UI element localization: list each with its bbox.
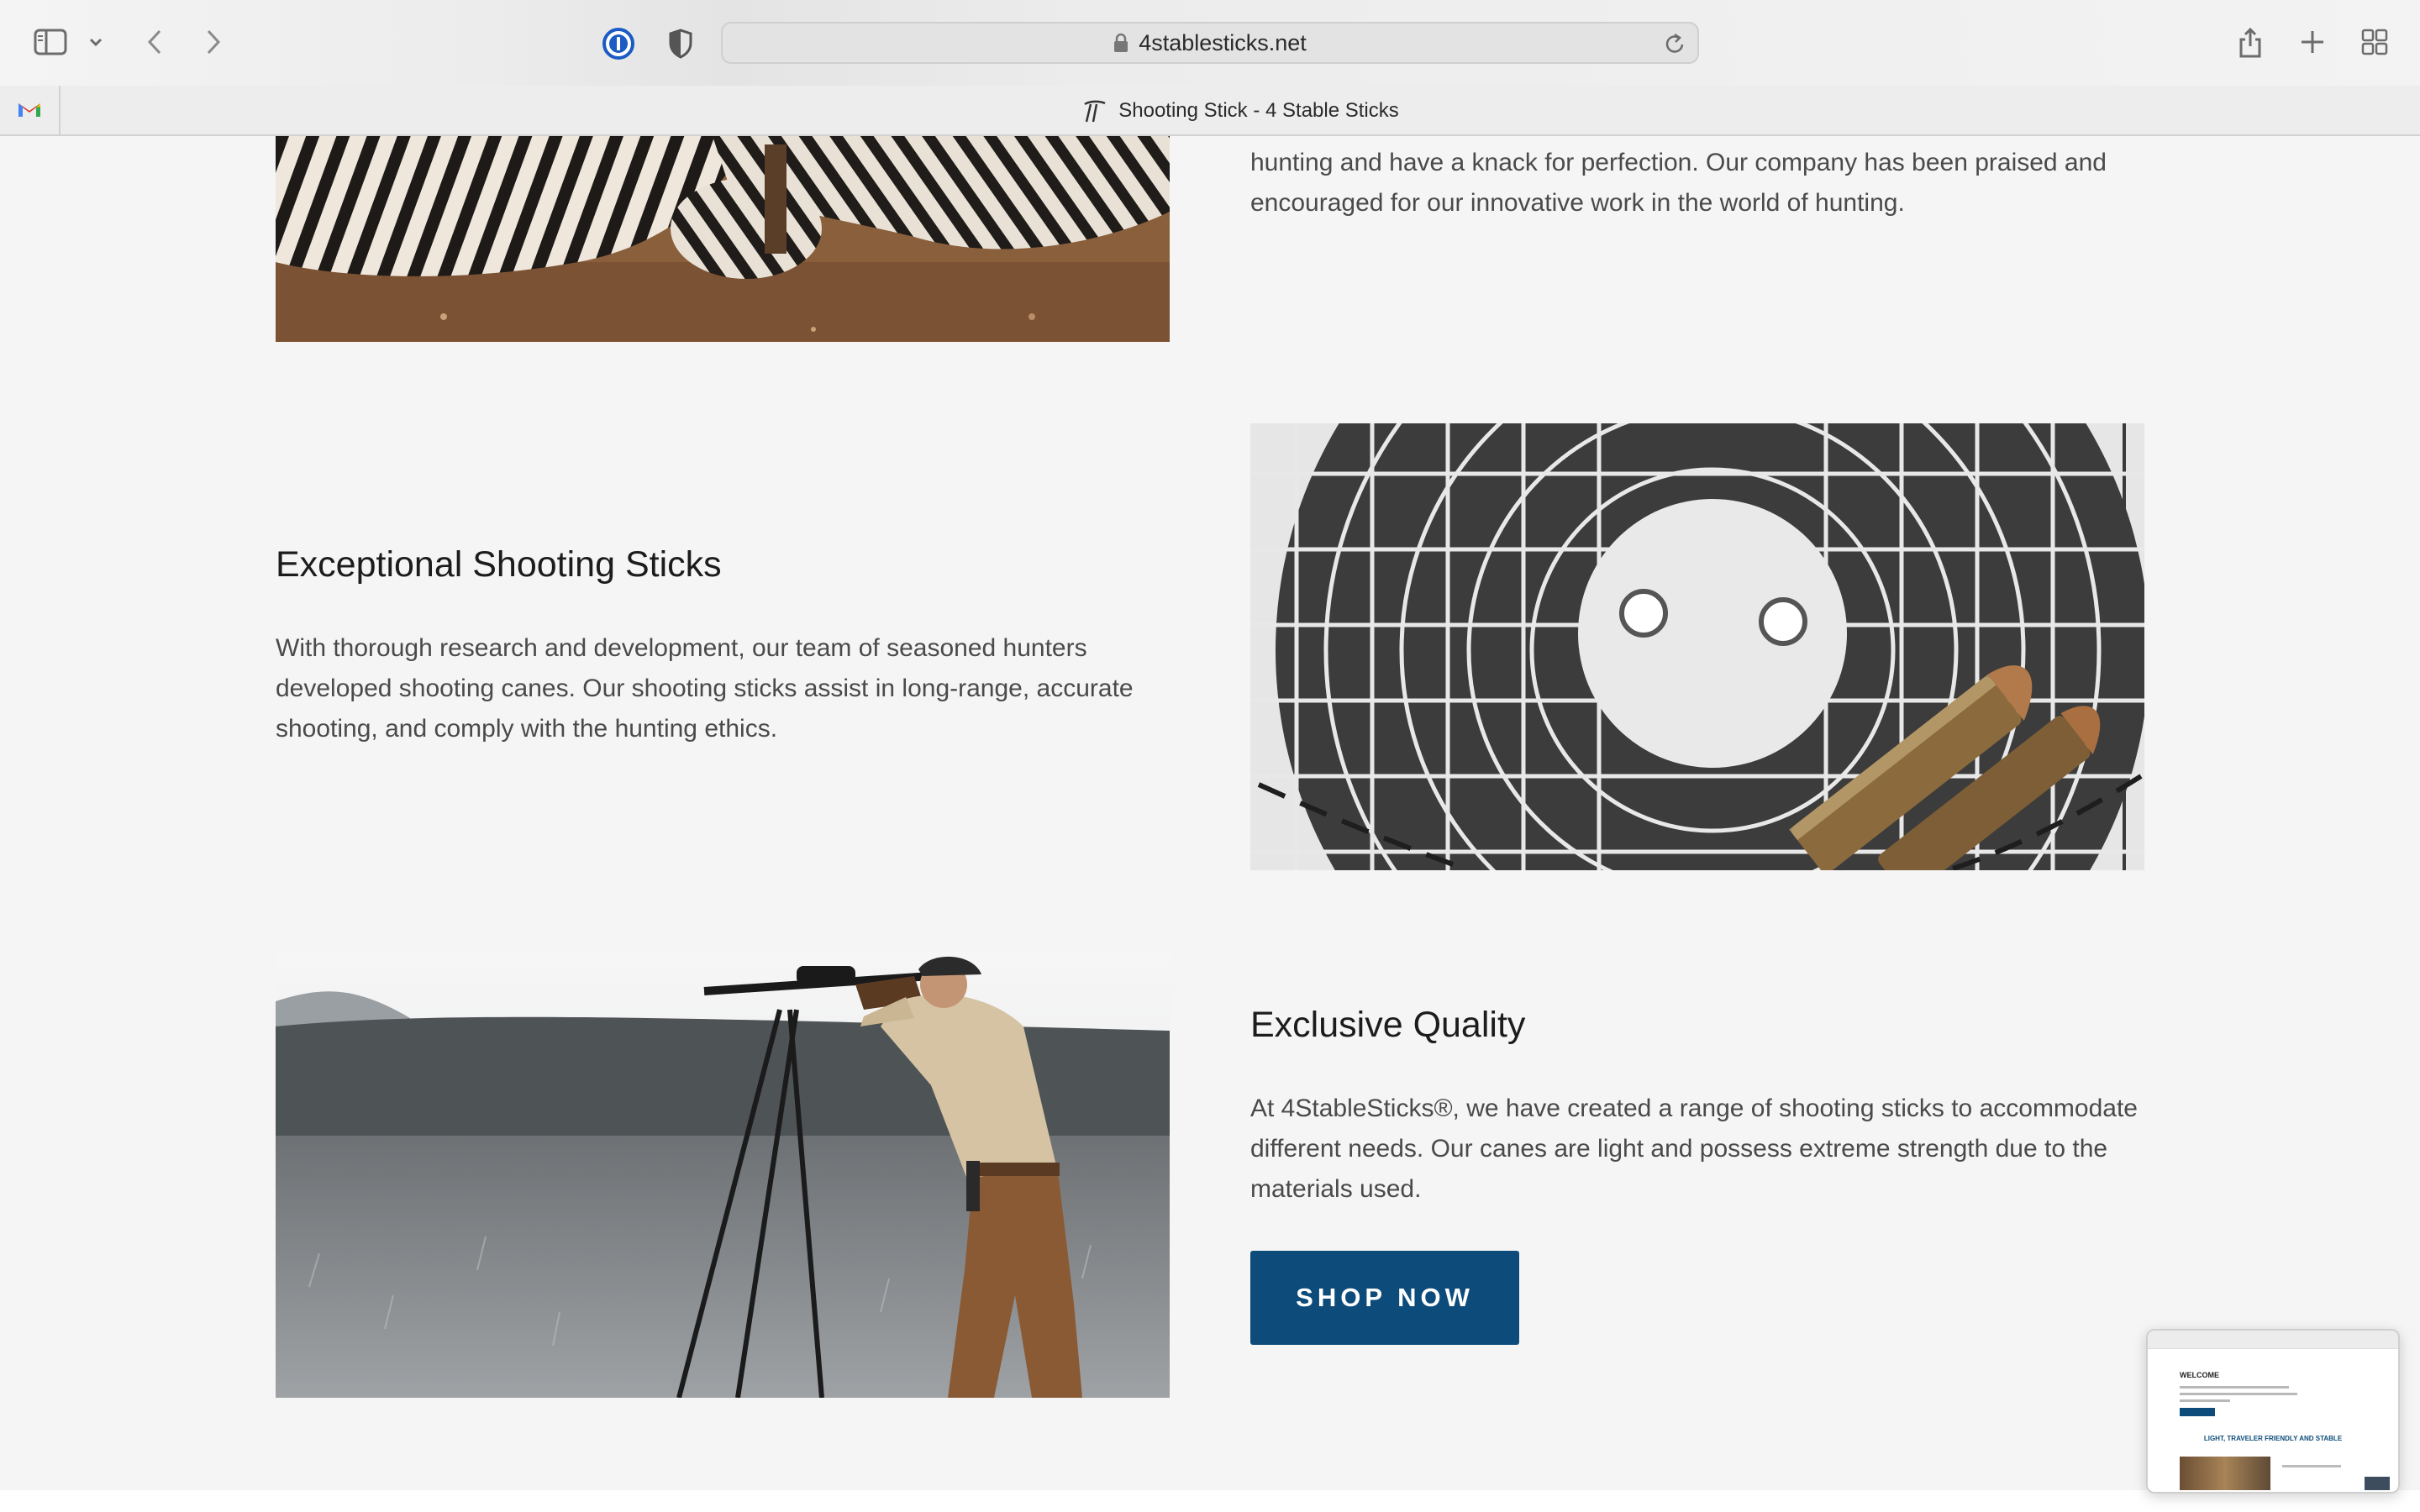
shop-now-button[interactable]: SHOP NOW xyxy=(1250,1251,1519,1345)
url-text: 4stablesticks.net xyxy=(1139,29,1307,55)
exclusive-heading: Exclusive Quality xyxy=(1250,1005,1526,1045)
sidebar-icon[interactable] xyxy=(32,25,69,59)
chevron-right-icon[interactable] xyxy=(200,25,227,59)
exceptional-heading: Exceptional Shooting Sticks xyxy=(276,544,722,585)
preview-heading: LIGHT, TRAVELER FRIENDLY AND STABLE xyxy=(2203,1435,2343,1442)
plus-icon[interactable] xyxy=(2297,25,2328,59)
target-photo xyxy=(1250,423,2144,870)
preview-line xyxy=(2282,1465,2341,1467)
section-divider xyxy=(0,1490,2420,1512)
pinned-tab-gmail[interactable] xyxy=(0,86,60,136)
chevron-left-icon[interactable] xyxy=(141,25,168,59)
intro-line-2: encouraged for our innovative work in th… xyxy=(1250,189,1905,217)
1password-icon[interactable] xyxy=(600,25,637,62)
preview-line xyxy=(2180,1399,2230,1402)
preview-image xyxy=(2365,1477,2390,1490)
exclusive-line-1: At 4StableSticks®, we have created a ran… xyxy=(1250,1095,2138,1122)
preview-line xyxy=(2180,1393,2297,1395)
exceptional-line-2: developed shooting canes. Our shooting s… xyxy=(276,675,1134,702)
exceptional-line-3: shooting, and comply with the hunting et… xyxy=(276,715,778,743)
intro-text: hunting and have a knack for perfection.… xyxy=(1250,143,2175,223)
address-bar[interactable]: 4stablesticks.net xyxy=(721,22,1699,64)
preview-toolbar xyxy=(2148,1331,2398,1349)
site-favicon xyxy=(1081,98,1107,123)
shield-icon[interactable] xyxy=(664,25,697,62)
reload-icon[interactable] xyxy=(1664,32,1686,59)
browser-toolbar: 4stablesticks.net xyxy=(0,0,2420,86)
gmail-icon xyxy=(17,100,42,122)
exceptional-text: With thorough research and development, … xyxy=(276,628,1166,749)
page-preview-thumbnail[interactable]: WELCOME LIGHT, TRAVELER FRIENDLY AND STA… xyxy=(2146,1329,2400,1494)
intro-line-1: hunting and have a knack for perfection.… xyxy=(1250,149,2107,176)
tab-title: Shooting Stick - 4 Stable Sticks xyxy=(1118,99,1399,122)
grid-icon[interactable] xyxy=(2358,25,2391,59)
zebra-photo xyxy=(276,136,1170,342)
hunter-photo xyxy=(276,951,1170,1398)
preview-image xyxy=(2180,1457,2270,1490)
exceptional-line-1: With thorough research and development, … xyxy=(276,634,1087,662)
exclusive-text: At 4StableSticks®, we have created a ran… xyxy=(1250,1089,2175,1210)
tab-active[interactable]: Shooting Stick - 4 Stable Sticks xyxy=(60,86,2420,136)
exclusive-line-3: materials used. xyxy=(1250,1175,1422,1203)
preview-line xyxy=(2180,1386,2289,1389)
preview-title: WELCOME xyxy=(2180,1371,2219,1379)
chevron-down-icon[interactable] xyxy=(86,32,106,52)
share-icon[interactable] xyxy=(2235,24,2265,60)
preview-button xyxy=(2180,1408,2215,1416)
exclusive-line-2: different needs. Our canes are light and… xyxy=(1250,1135,2108,1163)
page-content: hunting and have a knack for perfection.… xyxy=(0,136,2420,1512)
lock-icon xyxy=(1113,33,1128,53)
